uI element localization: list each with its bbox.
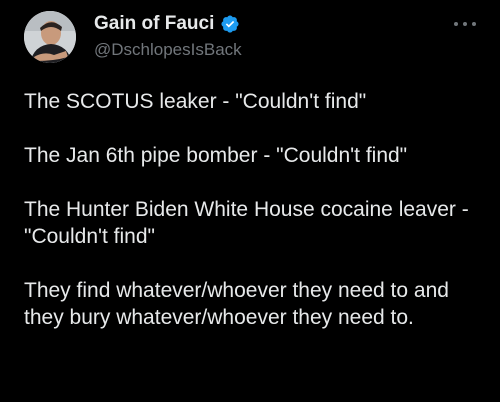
verified-badge-icon: [220, 14, 240, 34]
tweet-paragraph: The Jan 6th pipe bomber - "Couldn't find…: [24, 144, 408, 167]
avatar-photo: [24, 11, 76, 63]
avatar[interactable]: [24, 11, 76, 63]
tweet-paragraph: They find whatever/whoever they need to …: [24, 279, 449, 329]
tweet: Gain of Fauci @DschlopesIsBack The SCOTU…: [0, 0, 500, 402]
user-handle[interactable]: @DschlopesIsBack: [94, 40, 242, 60]
tweet-paragraph: The SCOTUS leaker - "Couldn't find": [24, 90, 367, 113]
tweet-paragraph: The Hunter Biden White House cocaine lea…: [24, 198, 469, 248]
tweet-text: The SCOTUS leaker - "Couldn't find" The …: [24, 88, 484, 358]
display-name[interactable]: Gain of Fauci: [94, 13, 214, 35]
more-options-icon[interactable]: [454, 14, 476, 34]
